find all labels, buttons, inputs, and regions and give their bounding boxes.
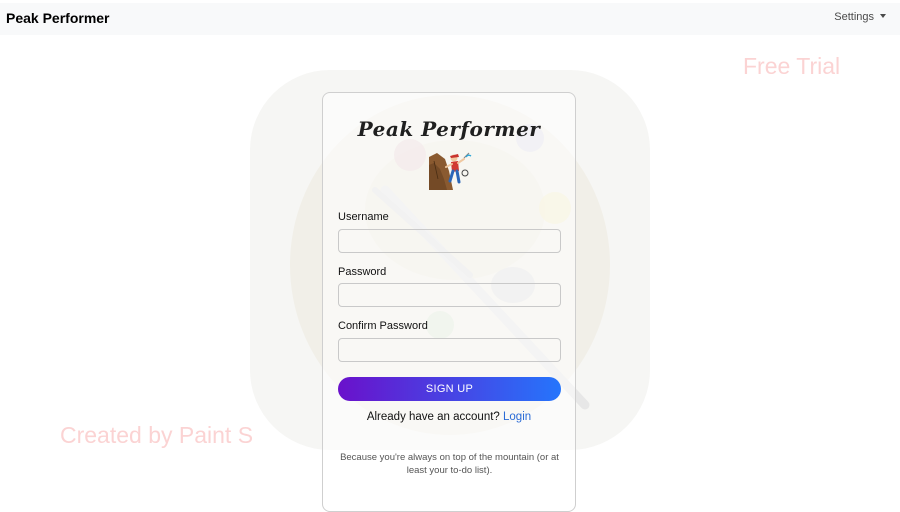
brand-title[interactable]: Peak Performer <box>6 10 110 26</box>
tagline: Because you're always on top of the moun… <box>340 452 559 476</box>
username-input[interactable] <box>338 229 561 253</box>
password-input[interactable] <box>338 283 561 307</box>
login-prompt-row: Already have an account? Login <box>323 411 575 423</box>
settings-label: Settings <box>834 11 874 23</box>
watermark-free-trial: Free Trial <box>743 53 841 79</box>
navbar: Peak Performer Settings <box>0 3 900 35</box>
password-label: Password <box>338 266 387 278</box>
login-link[interactable]: Login <box>503 411 531 423</box>
confirm-password-input[interactable] <box>338 338 561 362</box>
signup-button[interactable]: SIGN UP <box>338 377 561 401</box>
login-prompt-text: Already have an account? <box>366 411 500 423</box>
mountain-climber-icon <box>429 152 472 190</box>
confirm-password-label: Confirm Password <box>338 320 428 332</box>
signup-card: Peak Performer Username Password Confirm… <box>322 92 576 512</box>
watermark-created-by: Created by Paint S <box>60 422 254 448</box>
settings-dropdown[interactable]: Settings <box>834 11 886 23</box>
username-label: Username <box>338 211 389 223</box>
card-title: Peak Performer <box>357 117 541 141</box>
caret-down-icon <box>880 14 886 18</box>
